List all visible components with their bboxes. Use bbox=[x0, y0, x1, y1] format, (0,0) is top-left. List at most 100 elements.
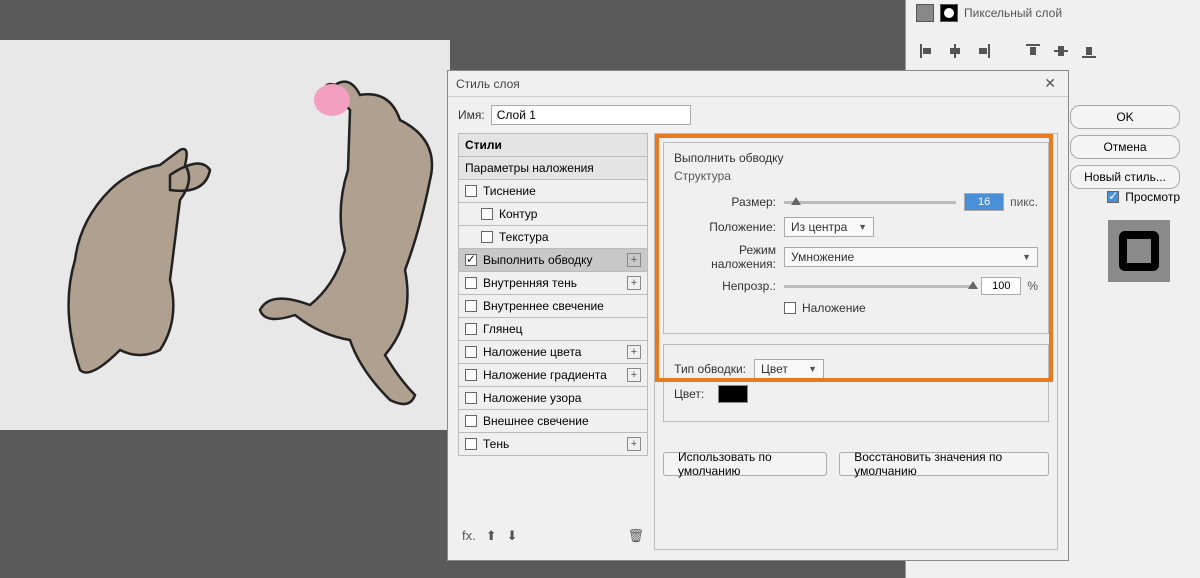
name-row: Имя: bbox=[448, 97, 1068, 133]
style-item[interactable]: Тиснение bbox=[458, 180, 648, 203]
color-label: Цвет: bbox=[674, 387, 714, 401]
opacity-label: Непрозр.: bbox=[674, 279, 784, 293]
style-item[interactable]: Внешнее свечение bbox=[458, 410, 648, 433]
style-checkbox[interactable] bbox=[481, 231, 493, 243]
cat-silhouette-2 bbox=[240, 70, 470, 440]
size-input[interactable] bbox=[964, 193, 1004, 211]
style-item-label: Внутренняя тень bbox=[483, 276, 577, 290]
layer-name: Пиксельный слой bbox=[964, 6, 1062, 20]
cancel-button[interactable]: Отмена bbox=[1070, 135, 1180, 159]
style-item-label: Внешнее свечение bbox=[483, 414, 589, 428]
align-left-icon[interactable] bbox=[920, 44, 934, 58]
styles-list: Стили Параметры наложения Тиснение Контур… bbox=[458, 133, 648, 550]
style-checkbox[interactable] bbox=[465, 185, 477, 197]
reset-default-button[interactable]: Восстановить значения по умолчанию bbox=[839, 452, 1049, 476]
blend-mode-select[interactable]: Умножение▼ bbox=[784, 247, 1038, 267]
style-checkbox[interactable] bbox=[465, 277, 477, 289]
style-item[interactable]: Внутреннее свечение bbox=[458, 295, 648, 318]
style-checkbox[interactable] bbox=[465, 438, 477, 450]
stroke-settings-panel: Выполнить обводку Структура Размер: пикс… bbox=[654, 133, 1058, 550]
styles-header: Стили bbox=[458, 133, 648, 157]
style-item-label: Глянец bbox=[483, 322, 523, 336]
style-checkbox[interactable] bbox=[465, 369, 477, 381]
layer-thumb-icon bbox=[916, 4, 934, 22]
make-default-button[interactable]: Использовать по умолчанию bbox=[663, 452, 827, 476]
structure-label: Структура bbox=[674, 169, 1038, 183]
preview-checkbox-icon[interactable] bbox=[1107, 191, 1119, 203]
fill-type-fieldset: Тип обводки: Цвет▼ Цвет: bbox=[663, 344, 1049, 422]
style-item[interactable]: Наложение градиента + bbox=[458, 364, 648, 387]
close-icon[interactable]: ✕ bbox=[1040, 75, 1060, 92]
style-item[interactable]: Глянец bbox=[458, 318, 648, 341]
style-item-label: Наложение градиента bbox=[483, 368, 607, 382]
stroke-color-swatch[interactable] bbox=[718, 385, 748, 403]
style-item-label: Текстура bbox=[499, 230, 549, 244]
size-label: Размер: bbox=[674, 195, 784, 209]
style-item[interactable]: Выполнить обводку + bbox=[458, 249, 648, 272]
add-effect-icon[interactable]: + bbox=[627, 368, 641, 382]
stroke-type-select[interactable]: Цвет▼ bbox=[754, 359, 824, 379]
dialog-title: Стиль слоя bbox=[456, 77, 520, 91]
style-item-label: Наложение цвета bbox=[483, 345, 581, 359]
name-label: Имя: bbox=[458, 108, 485, 122]
style-item-label: Тиснение bbox=[483, 184, 536, 198]
dialog-titlebar[interactable]: Стиль слоя ✕ bbox=[448, 71, 1068, 97]
blend-label: Режим наложения: bbox=[674, 243, 784, 271]
structure-fieldset: Выполнить обводку Структура Размер: пикс… bbox=[663, 142, 1049, 334]
trash-icon[interactable]: 🗑 bbox=[627, 528, 644, 544]
style-item[interactable]: Внутренняя тень + bbox=[458, 272, 648, 295]
layer-name-input[interactable] bbox=[491, 105, 691, 125]
blending-options-header[interactable]: Параметры наложения bbox=[458, 157, 648, 180]
layer-mask-icon bbox=[940, 4, 958, 22]
size-unit: пикс. bbox=[1010, 195, 1038, 209]
style-item-label: Тень bbox=[483, 437, 509, 451]
overprint-checkbox[interactable] bbox=[784, 302, 796, 314]
style-checkbox[interactable] bbox=[465, 415, 477, 427]
add-effect-icon[interactable]: + bbox=[627, 276, 641, 290]
arrow-down-icon[interactable]: ⬇ bbox=[507, 528, 518, 544]
layer-row[interactable]: Пиксельный слой bbox=[906, 0, 1200, 26]
opacity-input[interactable] bbox=[981, 277, 1021, 295]
cat-silhouette-1 bbox=[20, 110, 220, 400]
style-preview-swatch bbox=[1119, 231, 1159, 271]
ok-button[interactable]: OK bbox=[1070, 105, 1180, 129]
opacity-slider[interactable] bbox=[784, 285, 973, 288]
align-top-icon[interactable] bbox=[1026, 44, 1040, 58]
style-item[interactable]: Наложение узора bbox=[458, 387, 648, 410]
style-item[interactable]: Тень + bbox=[458, 433, 648, 456]
align-vcenter-icon[interactable] bbox=[1054, 44, 1068, 58]
style-item[interactable]: Текстура bbox=[458, 226, 648, 249]
style-item[interactable]: Наложение цвета + bbox=[458, 341, 648, 364]
preview-label: Просмотр bbox=[1125, 190, 1180, 204]
arrow-up-icon[interactable]: ⬆ bbox=[486, 528, 497, 544]
preview-toggle-row[interactable]: Просмотр bbox=[1107, 190, 1180, 204]
add-effect-icon[interactable]: + bbox=[627, 345, 641, 359]
stroke-type-label: Тип обводки: bbox=[674, 362, 754, 376]
align-right-icon[interactable] bbox=[976, 44, 990, 58]
fx-menu-icon[interactable]: fx. bbox=[462, 528, 476, 544]
add-effect-icon[interactable]: + bbox=[627, 253, 641, 267]
style-checkbox[interactable] bbox=[465, 300, 477, 312]
overprint-label: Наложение bbox=[802, 301, 866, 315]
new-style-button[interactable]: Новый стиль... bbox=[1070, 165, 1180, 189]
align-hcenter-icon[interactable] bbox=[948, 44, 962, 58]
style-item-label: Выполнить обводку bbox=[483, 253, 593, 267]
position-select[interactable]: Из центра▼ bbox=[784, 217, 874, 237]
style-preview-box bbox=[1108, 220, 1170, 282]
style-checkbox[interactable] bbox=[465, 323, 477, 335]
style-item-label: Наложение узора bbox=[483, 391, 581, 405]
position-label: Положение: bbox=[674, 220, 784, 234]
style-checkbox[interactable] bbox=[465, 346, 477, 358]
style-checkbox[interactable] bbox=[481, 208, 493, 220]
style-checkbox[interactable] bbox=[465, 392, 477, 404]
add-effect-icon[interactable]: + bbox=[627, 437, 641, 451]
canvas-area bbox=[0, 40, 450, 430]
styles-footer: fx. ⬆ ⬇ 🗑 bbox=[458, 522, 648, 550]
align-bottom-icon[interactable] bbox=[1082, 44, 1096, 58]
layer-style-dialog: Стиль слоя ✕ Имя: Стили Параметры наложе… bbox=[447, 70, 1069, 561]
size-slider[interactable] bbox=[784, 201, 956, 204]
align-toolbar bbox=[906, 26, 1200, 76]
style-checkbox[interactable] bbox=[465, 254, 477, 266]
chevron-down-icon: ▼ bbox=[858, 222, 867, 232]
style-item[interactable]: Контур bbox=[458, 203, 648, 226]
